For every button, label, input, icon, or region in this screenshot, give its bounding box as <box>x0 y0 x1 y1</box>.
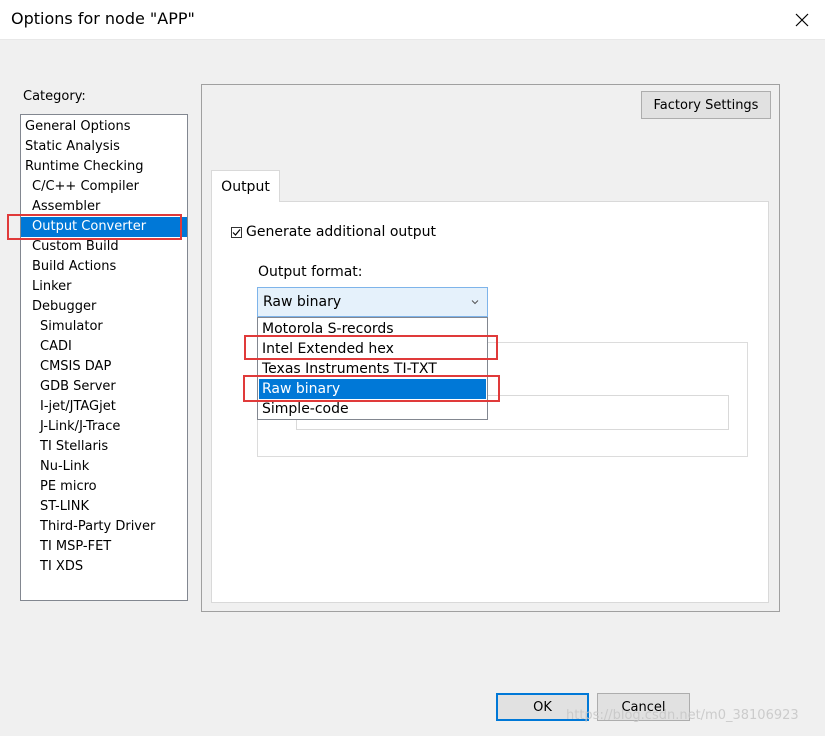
output-format-value: Raw binary <box>263 294 342 310</box>
dropdown-option[interactable]: Motorola S-records <box>259 319 486 339</box>
category-item[interactable]: Simulator <box>21 317 187 337</box>
category-item[interactable]: Runtime Checking <box>21 157 187 177</box>
category-item[interactable]: C/C++ Compiler <box>21 177 187 197</box>
category-item[interactable]: CMSIS DAP <box>21 357 187 377</box>
tab-output[interactable]: Output <box>211 170 280 202</box>
close-button[interactable] <box>779 0 825 40</box>
dropdown-option[interactable]: Texas Instruments TI-TXT <box>259 359 486 379</box>
category-item[interactable]: TI MSP-FET <box>21 537 187 557</box>
category-list[interactable]: General Options Static Analysis Runtime Ch… <box>20 114 188 601</box>
category-item[interactable]: TI XDS <box>21 557 187 577</box>
category-item[interactable]: ST-LINK <box>21 497 187 517</box>
window-title: Options for node "APP" <box>11 9 195 28</box>
generate-output-row[interactable]: Generate additional output <box>231 224 436 240</box>
watermark: https://blog.csdn.net/m0_38106923 <box>566 708 799 723</box>
category-item[interactable]: Build Actions <box>21 257 187 277</box>
category-item[interactable]: Static Analysis <box>21 137 187 157</box>
category-item[interactable]: Custom Build <box>21 237 187 257</box>
category-label: Category: <box>23 89 86 104</box>
category-item[interactable]: CADI <box>21 337 187 357</box>
close-icon <box>795 13 809 27</box>
category-item[interactable]: Assembler <box>21 197 187 217</box>
category-item[interactable]: General Options <box>21 117 187 137</box>
dropdown-option[interactable]: Intel Extended hex <box>259 339 486 359</box>
checkmark-icon <box>232 228 241 236</box>
category-item[interactable]: PE micro <box>21 477 187 497</box>
category-item[interactable]: Third-Party Driver <box>21 517 187 537</box>
output-format-label: Output format: <box>258 264 363 280</box>
generate-output-label: Generate additional output <box>246 224 436 240</box>
factory-settings-button[interactable]: Factory Settings <box>641 91 771 119</box>
chevron-down-icon <box>471 300 479 305</box>
dropdown-option[interactable]: Raw binary <box>259 379 486 399</box>
category-item[interactable]: TI Stellaris <box>21 437 187 457</box>
category-item[interactable]: Debugger <box>21 297 187 317</box>
generate-output-checkbox[interactable] <box>231 226 242 238</box>
dropdown-option[interactable]: Simple-code <box>259 399 486 419</box>
category-item[interactable]: Linker <box>21 277 187 297</box>
category-item[interactable]: GDB Server <box>21 377 187 397</box>
output-format-dropdown[interactable]: Motorola S-records Intel Extended hex Texa… <box>257 317 488 420</box>
category-item[interactable]: I-jet/JTAGjet <box>21 397 187 417</box>
category-item[interactable]: Output Converter <box>21 217 187 237</box>
category-item[interactable]: J-Link/J-Trace <box>21 417 187 437</box>
output-format-select[interactable]: Raw binary <box>257 287 488 317</box>
title-bar: Options for node "APP" <box>0 0 825 40</box>
category-item[interactable]: Nu-Link <box>21 457 187 477</box>
